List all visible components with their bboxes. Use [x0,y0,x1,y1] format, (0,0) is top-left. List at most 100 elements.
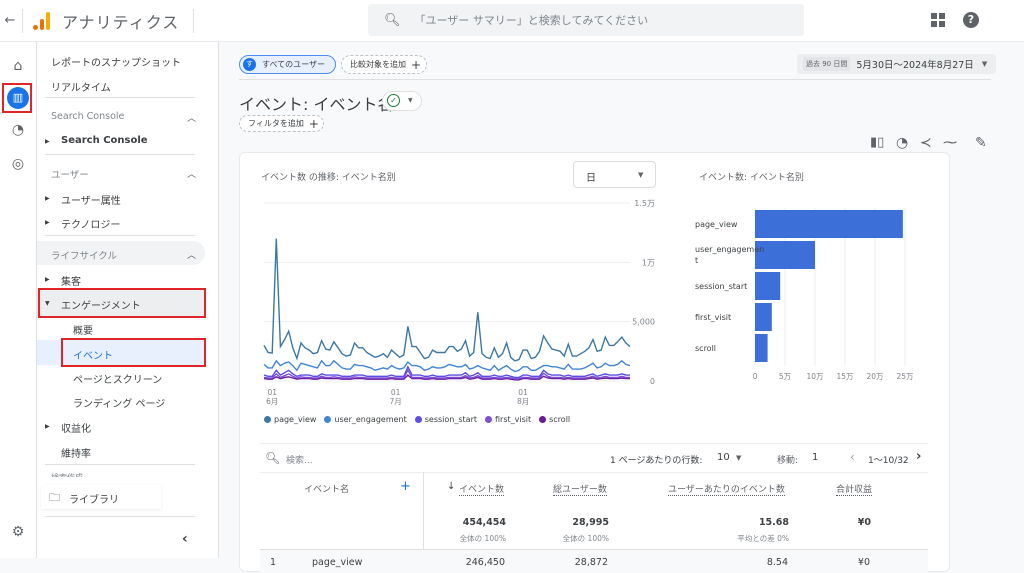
collapse-nav-icon[interactable]: ‹ [182,531,188,547]
settings-icon[interactable]: ⚙ [9,523,27,541]
bar-chart: 0 5万 10万 15万 20万 25万 page_view user_engagement s… [695,208,914,381]
row-index: 1 [270,557,277,568]
column-header-event-count[interactable]: イベント数 [459,482,505,496]
legend-dot [264,416,271,423]
total-events-per-user: 15.68 [758,517,789,528]
trend-icon[interactable]: ⁓ [943,135,957,151]
nav-subitem-landing-page[interactable]: ランディング ページ [73,395,165,410]
section-header-user[interactable]: ユーザー [51,167,89,181]
section-header-search-console[interactable]: Search Console [51,111,124,122]
nav-subitem-overview[interactable]: 概要 [73,322,93,337]
legend-item-first_visit[interactable]: first_visit [485,415,531,424]
nav-item-demographics[interactable]: ユーザー属性 [61,192,121,207]
line-chart: 05,0001万1.5万016月017月018月 [263,199,655,406]
arrow-left-icon[interactable]: ← [0,13,20,28]
apps-grid-icon[interactable] [931,13,945,27]
column-header-event-name[interactable]: イベント名 [304,482,349,495]
table-search-input[interactable]: 検索... [286,453,313,466]
explore-icon[interactable]: ◔ [9,121,27,139]
x-tick-label: 8月 [517,397,529,406]
total-event-count: 454,454 [462,517,506,528]
add-comparison-button[interactable]: 比較対象を追加 + [341,55,427,74]
home-icon[interactable]: ⌂ [9,57,27,75]
series-line-user_engagement [263,359,631,373]
divider [193,8,195,33]
legend-item-scroll[interactable]: scroll [539,415,570,424]
chevron-up-icon[interactable]: ︿ [187,248,196,261]
legend-item-page_view[interactable]: page_view [264,415,316,424]
total-users-sub: 全体の 100% [562,534,609,543]
row-revenue: ¥0 [857,557,870,568]
segment-chip[interactable]: す すべてのユーザー [239,55,336,74]
folder-icon: 🗀 [49,491,60,504]
column-header-revenue[interactable]: 合計収益 [836,482,873,496]
advertising-icon[interactable]: ◎ [9,155,27,173]
nav-item-retention[interactable]: 維持率 [61,445,91,460]
y-tick-label: 1.5万 [634,199,655,208]
library-button[interactable]: 🗀 ライブラリ [41,485,161,509]
divider [260,443,928,444]
table-row[interactable]: 1 page_view 246,450 28,872 8.54 ¥0 [260,550,928,573]
compare-icon[interactable]: ▮▯ [870,135,884,150]
x-tick-label: 01 [518,388,528,397]
legend-item-session_start[interactable]: session_start [414,415,477,424]
chevron-up-icon[interactable]: ︿ [187,167,196,180]
caret-down-icon: ▼ [981,60,988,68]
insights-icon[interactable]: ◔ [896,135,908,151]
date-range: 5月30日～2024年8月27日 [856,60,974,71]
row-event-name[interactable]: page_view [312,557,362,568]
rows-per-page-label: 1 ページあたりの行数: [610,456,703,466]
bar-session_start [755,272,781,300]
report-status-button[interactable]: ✓ ▼ [382,91,422,111]
nav-item-technology[interactable]: テクノロジー [61,216,120,231]
expand-triangle-icon: ▶ [45,195,50,202]
segment-label: すべてのユーザー [262,60,325,69]
column-header-events-per-user[interactable]: ユーザーあたりのイベント数 [668,482,785,496]
page-title: イベント: イベント名 [239,95,394,114]
highlight-box [38,288,206,318]
help-icon[interactable]: ? [963,12,979,28]
x-tick-label: 25万 [896,372,914,381]
legend-label: page_view [274,415,317,424]
expand-triangle-icon: ▶ [45,219,50,226]
row-total-users: 28,872 [574,557,608,568]
search-input[interactable]: 🔍︎ 「ユーザー サマリー」と検索してみてください [368,4,804,36]
legend-label: first_visit [495,415,532,424]
category-label: first_visit [695,313,731,322]
app-title: アナリティクス [62,12,180,32]
row-events-per-user: 8.54 [766,557,788,568]
column-header-total-users[interactable]: 総ユーザー数 [553,482,607,496]
x-tick-label: 20万 [866,372,884,381]
category-label: scroll [695,344,716,353]
add-dimension-icon[interactable]: + [400,479,411,494]
nav-subitem-pages-screens[interactable]: ページとスクリーン [73,371,162,386]
page-range: 1～10/32 [868,456,909,466]
caret-down-icon: ▼ [638,171,644,179]
nav-item-monetization[interactable]: 収益化 [61,420,91,435]
rows-per-page-select[interactable]: 10 [717,452,730,463]
edit-icon[interactable]: ✎ [975,135,987,151]
next-page-icon[interactable]: › [916,449,921,464]
share-icon[interactable]: ≺ [920,135,932,151]
nav-item-snapshot[interactable]: レポートのスナップショット [51,54,181,69]
chevron-up-icon[interactable]: ︿ [187,111,196,124]
nav-item-acquisition[interactable]: 集客 [61,273,81,288]
caret-down-icon: ▼ [408,97,413,104]
section-header-lifecycle[interactable]: ライフサイクル [51,248,117,262]
granularity-select[interactable]: 日 ▼ [573,161,656,188]
goto-page-input[interactable]: 1 [812,452,818,463]
date-range-picker[interactable]: 過去 90 日間 5月30日～2024年8月27日 ▼ [797,54,996,74]
prev-page-icon[interactable]: ‹ [850,450,855,464]
main-content: す すべてのユーザー 比較対象を追加 + 過去 90 日間 5月30日～2024… [219,42,1024,573]
expand-triangle-icon: ▶ [45,423,50,430]
add-filter-button[interactable]: フィルタを追加 + [239,115,324,132]
legend-item-user_engagement[interactable]: user_engagement [324,415,407,424]
line-chart-legend: page_view user_engagement session_start fir… [264,415,570,424]
add-filter-label: フィルタを追加 [248,119,304,128]
divider [45,154,195,155]
nav-item-realtime[interactable]: リアルタイム [51,79,111,94]
date-prefix: 過去 90 日間 [803,57,851,71]
analytics-logo-icon [33,11,50,30]
legend-label: session_start [424,415,477,424]
nav-item-search-console[interactable]: Search Console [61,135,148,146]
